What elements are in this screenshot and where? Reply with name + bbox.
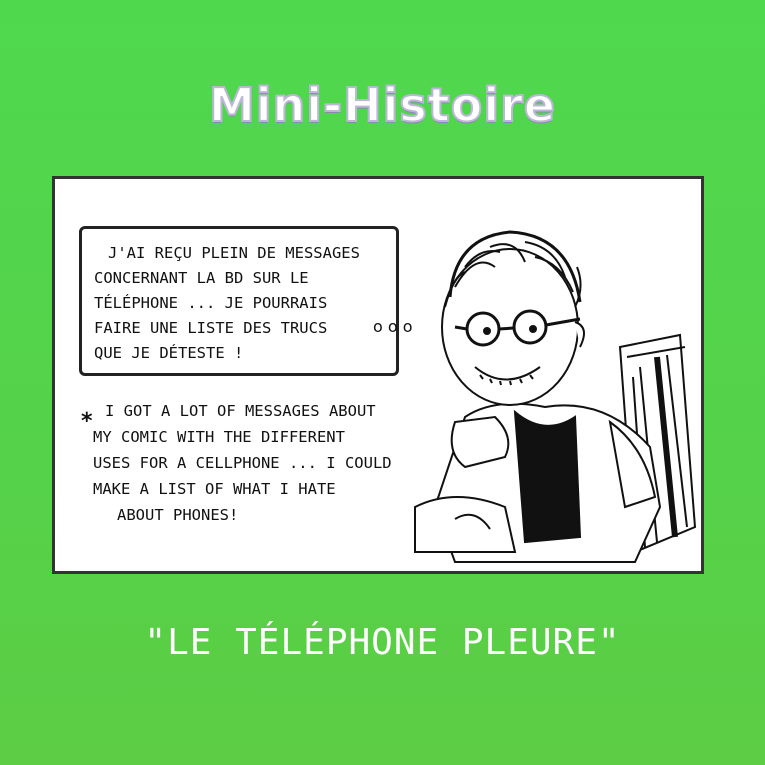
body-illustration [414,402,662,563]
speech-line: faire une liste des trucs [94,319,328,337]
asterisk-icon: * [81,409,93,434]
cartoon-man-illustration [414,230,697,563]
note-line: make a list of what I hate [93,480,336,498]
speech-bubble: J'ai reçu plein de messages concernant l… [79,226,399,376]
head-illustration [441,230,585,406]
note-line: uses for a cellphone ... I could [93,454,392,472]
speech-line: téléphone ... je pourrais [94,294,328,312]
page-title: Mini-Histoire [208,77,557,133]
note-line: my comic with the different [93,428,345,446]
speech-line: concernant la BD sur le [94,269,309,287]
comic-panel: J'ai reçu plein de messages concernant l… [52,176,704,574]
note-line: about phones! [117,506,239,524]
speech-line: J'ai reçu plein de messages [108,244,360,262]
subtitle: "LE TÉLÉPHONE PLEURE" [144,622,621,663]
speech-line: que je déteste ! [94,344,244,362]
note-line: I got a lot of messages about [105,402,376,420]
